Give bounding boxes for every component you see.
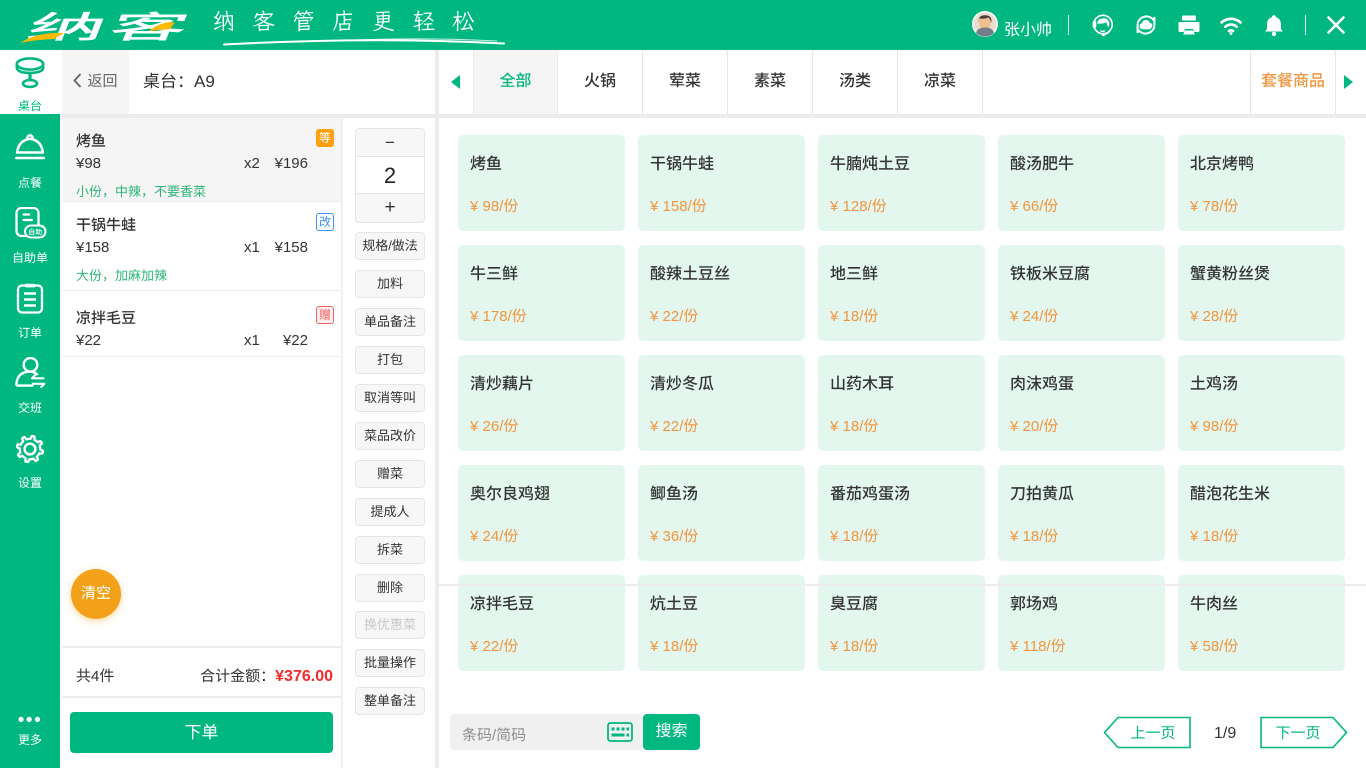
svg-text:自助: 自助 — [28, 227, 42, 237]
svg-text:下一页: 下一页 — [1275, 722, 1320, 743]
svg-text:上一页: 上一页 — [1130, 722, 1175, 743]
